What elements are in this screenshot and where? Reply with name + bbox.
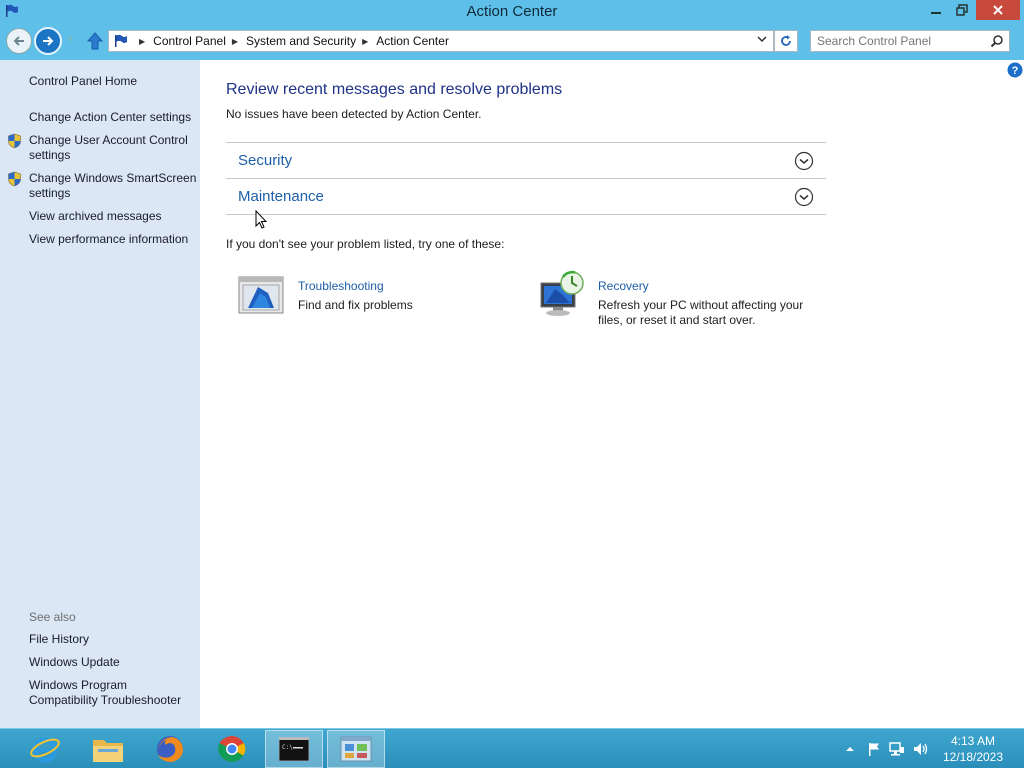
see-also-file-history[interactable]: File History [29,632,89,647]
try-these-text: If you don't see your problem listed, tr… [226,237,505,251]
breadcrumb: ▶ Control Panel ▶ System and Security ▶ … [133,34,449,48]
show-hidden-icons-icon[interactable] [844,743,856,755]
refresh-button[interactable] [774,30,798,52]
troubleshooting-link[interactable]: Troubleshooting [298,279,413,293]
restore-button[interactable] [950,0,974,20]
close-button[interactable] [976,0,1020,20]
taskbar-clock[interactable]: 4:13 AM 12/18/2023 [930,733,1016,765]
sidebar-item-change-action-center-settings[interactable]: Change Action Center settings [29,110,191,125]
chevron-down-icon[interactable] [794,187,814,207]
svg-text:C:\: C:\ [282,744,293,751]
forward-arrow-icon [43,36,54,46]
security-section-label[interactable]: Security [238,152,292,169]
see-also-compatibility-troubleshooter[interactable]: Windows Program Compatibility Troublesho… [29,678,194,708]
volume-icon[interactable] [912,741,930,757]
page-title: Review recent messages and resolve probl… [226,81,563,98]
close-icon [993,5,1003,15]
breadcrumb-action-center[interactable]: Action Center [376,34,449,48]
sidebar-item-change-smartscreen-settings[interactable]: Change Windows SmartScreen settings [29,171,197,201]
back-arrow-icon [13,36,24,46]
sidebar-item-change-uac-settings[interactable]: Change User Account Control settings [29,133,197,163]
refresh-icon [781,35,791,46]
uac-shield-icon [8,171,21,187]
chevron-right-icon[interactable]: ▶ [139,37,145,46]
maintenance-section-header[interactable]: Maintenance [226,178,826,214]
clock-time: 4:13 AM [950,734,996,748]
main-content: ? Review recent messages and resolve pro… [200,60,1024,728]
address-dropdown-icon[interactable] [757,34,767,47]
address-bar[interactable]: ▶ Control Panel ▶ System and Security ▶ … [108,30,774,52]
see-also-heading: See also [29,610,76,624]
see-also-windows-update[interactable]: Windows Update [29,655,120,670]
navigation-bar: ▼ ▶ Control Panel ▶ System and Security … [0,22,1024,60]
system-tray [844,729,930,768]
minimize-icon [931,12,941,14]
window-title: Action Center [466,3,558,20]
chevron-down-icon[interactable] [794,151,814,171]
help-icon[interactable]: ? [1007,62,1023,78]
recovery-icon[interactable] [537,269,587,319]
sidebar-item-view-archived-messages[interactable]: View archived messages [29,209,162,224]
troubleshooting-icon[interactable] [238,275,284,315]
security-section-header[interactable]: Security [226,142,826,178]
forward-button[interactable] [34,27,62,55]
up-arrow-icon[interactable] [86,31,104,51]
mouse-cursor-icon [255,210,268,229]
maintenance-section-label[interactable]: Maintenance [238,188,324,205]
sidebar-item-control-panel-home[interactable]: Control Panel Home [29,74,137,89]
recovery-link[interactable]: Recovery [598,279,808,293]
status-message: No issues have been detected by Action C… [226,107,482,121]
taskbar-internet-explorer[interactable] [16,730,74,768]
taskbar-control-panel[interactable] [327,730,385,768]
search-input[interactable] [817,33,982,49]
taskbar-command-prompt[interactable]: C:\ [265,730,323,768]
taskbar-chrome[interactable] [203,730,261,768]
search-box[interactable] [810,30,1010,52]
chevron-right-icon[interactable]: ▶ [232,37,238,46]
internet-explorer-icon [30,737,60,763]
back-button[interactable] [6,28,32,54]
control-panel-flag-icon [115,34,127,47]
svg-text:?: ? [1012,65,1019,77]
section-divider [226,214,826,215]
sidebar-item-view-performance-information[interactable]: View performance information [29,232,188,247]
recent-pages-dropdown[interactable]: ▼ [66,34,78,46]
chrome-icon [218,736,246,762]
troubleshooting-description: Find and fix problems [298,298,413,312]
firefox-icon [157,736,183,762]
command-prompt-icon: C:\ [279,737,309,761]
taskbar-firefox[interactable] [141,730,199,768]
uac-shield-icon [8,133,21,149]
recovery-task: Recovery Refresh your PC without affecti… [598,279,808,328]
troubleshooting-task: Troubleshooting Find and fix problems [298,279,413,313]
taskbar: C:\ 4:13 AM 12/18/2023 [0,728,1024,768]
taskbar-file-explorer[interactable] [79,730,137,768]
search-icon[interactable] [990,34,1004,48]
minimize-button[interactable] [924,0,948,20]
chevron-right-icon[interactable]: ▶ [362,37,368,46]
folder-icon [93,740,123,762]
action-center-flag-icon[interactable] [866,741,882,757]
title-bar: Action Center [0,0,1024,22]
control-panel-icon [340,736,372,762]
sidebar: Control Panel Home Change Action Center … [0,60,200,728]
restore-icon [956,4,968,16]
recovery-description: Refresh your PC without affecting your f… [598,298,804,327]
breadcrumb-control-panel[interactable]: Control Panel [153,34,226,48]
breadcrumb-system-and-security[interactable]: System and Security [246,34,356,48]
network-icon[interactable] [888,741,906,757]
clock-date: 12/18/2023 [942,750,1004,764]
